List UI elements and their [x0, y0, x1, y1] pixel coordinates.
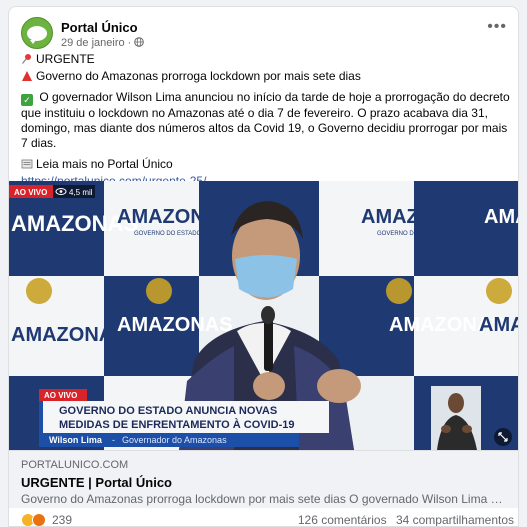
post-date[interactable]: 29 de janeiro — [61, 37, 125, 49]
backdrop-text-4: AMAZONAS — [484, 206, 519, 228]
more-options-icon[interactable]: ••• — [487, 19, 507, 35]
engagement-counts: 126 comentários 34 compartilhamentos — [292, 513, 514, 526]
backdrop-text-6: AMAZONAS — [117, 314, 233, 336]
reaction-count[interactable]: 239 — [52, 513, 72, 526]
expand-icon[interactable] — [494, 428, 512, 446]
post-card: Portal Único 29 de janeiro · ••• URGENTE… — [8, 6, 519, 527]
urgent-label: URGENTE — [36, 52, 95, 66]
link-domain: PORTALUNICO.COM — [21, 459, 129, 471]
body-paragraph: ✓ O governador Wilson Lima anunciou no i… — [21, 90, 511, 151]
post-header: Portal Único 29 de janeiro · ••• — [21, 17, 507, 51]
newspaper-icon — [21, 159, 33, 169]
link-title[interactable]: URGENTE | Portal Único — [21, 475, 172, 490]
checkmark-icon: ✓ — [21, 94, 33, 106]
body-text: O governador Wilson Lima anunciou no iní… — [21, 90, 510, 150]
banner-live-label: AO VIVO — [44, 391, 77, 400]
page-avatar[interactable] — [21, 17, 53, 49]
viewer-count: 4,5 mil — [69, 188, 93, 197]
pushpin-icon — [21, 54, 31, 64]
banner-headline-2: MEDIDAS DE ENFRENTAMENTO À COVID-19 — [59, 418, 295, 431]
read-more-text: Leia mais no Portal Único — [36, 157, 173, 171]
post-meta: 29 de janeiro · — [61, 37, 145, 49]
svg-text:-: - — [112, 435, 115, 445]
headline-text: Governo do Amazonas prorroga lockdown po… — [36, 69, 361, 83]
shares-count[interactable]: 34 compartilhamentos — [396, 513, 514, 526]
avatar-logo-icon — [27, 25, 47, 44]
reactions-summary[interactable]: 239 — [21, 513, 72, 526]
globe-icon[interactable] — [134, 37, 145, 47]
page-name[interactable]: Portal Único — [61, 20, 138, 35]
banner-headline-1: GOVERNO DO ESTADO ANUNCIA NOVAS — [59, 405, 277, 417]
speaker-role: Governador do Amazonas — [122, 435, 227, 445]
backdrop-text-2: AMAZONAS — [117, 206, 233, 228]
headline-line: Governo do Amazonas prorroga lockdown po… — [21, 69, 511, 84]
backdrop-text-5: AMAZONAS — [11, 324, 127, 346]
red-triangle-icon — [22, 71, 32, 81]
backdrop-text-8: AMAZONAS — [479, 314, 519, 336]
backdrop-sub-2: GOVERNO DO ESTADO — [134, 231, 202, 237]
post-text: URGENTE Governo do Amazonas prorroga loc… — [21, 52, 511, 191]
comments-count[interactable]: 126 comentários — [298, 513, 387, 526]
backdrop-sub-3: GOVERNO DO ESTADO — [377, 231, 445, 237]
read-more-line: Leia mais no Portal Único — [21, 157, 511, 172]
live-badge: AO VIVO — [14, 188, 47, 197]
video-frame: AMAZONAS AMAZONAS GOVERNO DO ESTADO AMAZ… — [9, 181, 519, 450]
angry-reaction-icon — [32, 513, 46, 526]
post-footer: 239 126 comentários 34 compartilhamentos — [9, 509, 518, 526]
speaker-name: Wilson Lima — [49, 435, 103, 445]
link-description: Governo do Amazonas prorroga lockdown po… — [21, 492, 507, 506]
backdrop-text-3: AMAZONAS — [361, 206, 477, 228]
meta-separator: · — [127, 37, 132, 49]
urgent-line: URGENTE — [21, 52, 511, 67]
link-preview[interactable]: PORTALUNICO.COM URGENTE | Portal Único G… — [9, 450, 518, 508]
video-thumbnail[interactable]: AMAZONAS AMAZONAS GOVERNO DO ESTADO AMAZ… — [9, 181, 519, 450]
